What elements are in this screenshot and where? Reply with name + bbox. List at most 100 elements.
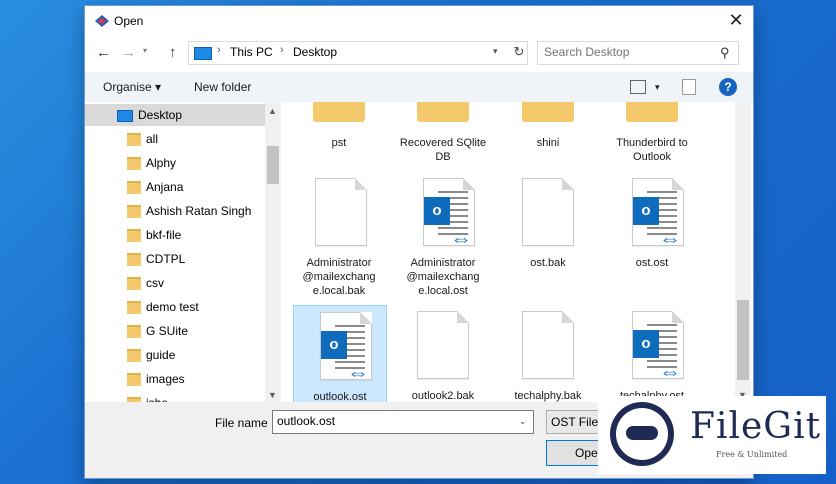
file-name: outlook2.bak xyxy=(411,390,475,402)
nav-item-desktop[interactable]: Desktop xyxy=(85,104,265,126)
file-name-input[interactable] xyxy=(277,414,507,428)
nav-item-label: Desktop xyxy=(138,108,183,122)
blank-file-icon xyxy=(522,178,574,246)
folder-icon xyxy=(127,277,141,290)
file-name: Administrator @mailexchang e.local.ost xyxy=(406,257,480,297)
folder-icon xyxy=(626,102,678,122)
nav-item-folder[interactable]: Alphy xyxy=(85,152,265,174)
back-arrow-icon[interactable]: ← xyxy=(96,44,111,61)
file-item[interactable]: shini xyxy=(502,102,594,166)
file-item[interactable]: o⇔ techalphy.ost xyxy=(606,305,698,402)
blank-file-icon xyxy=(522,311,574,379)
file-name: pst xyxy=(331,137,347,149)
file-name: outlook.ost xyxy=(313,391,367,402)
nav-item-folder[interactable]: demo test xyxy=(85,296,265,318)
scroll-down-icon[interactable]: ▼ xyxy=(268,390,277,400)
organise-button[interactable]: Organise ▾ xyxy=(103,80,161,94)
scroll-thumb[interactable] xyxy=(267,146,279,184)
nav-item-folder[interactable]: all xyxy=(85,128,265,150)
nav-item-folder[interactable]: csv xyxy=(85,272,265,294)
chevron-right-icon[interactable]: › xyxy=(280,44,284,56)
filegit-watermark: FileGit Free & Unlimited xyxy=(598,396,826,474)
file-item[interactable]: techalphy.bak xyxy=(502,305,594,402)
search-icon[interactable]: ⚲ xyxy=(720,45,730,61)
desktop-icon xyxy=(117,110,133,122)
file-item[interactable]: Recovered SQlite DB xyxy=(397,102,489,166)
address-dropdown-icon[interactable]: ▾ xyxy=(493,46,498,57)
nav-item-folder[interactable]: G SUite xyxy=(85,320,265,342)
file-item[interactable]: outlook2.bak xyxy=(397,305,489,402)
nav-scrollbar[interactable]: ▲ ▼ xyxy=(265,102,281,402)
nav-item-label: Alphy xyxy=(146,156,177,170)
nav-item-folder[interactable]: bkf-file xyxy=(85,224,265,246)
chevron-down-icon[interactable]: ⌄ xyxy=(519,416,527,427)
watermark-name: FileGit xyxy=(690,406,822,447)
address-bar[interactable]: › This PC › Desktop ▾ ↻ xyxy=(188,41,528,65)
folder-icon xyxy=(127,181,141,194)
forward-arrow-icon[interactable]: → xyxy=(121,44,136,61)
file-name: ost.ost xyxy=(635,257,669,269)
view-options-icon[interactable] xyxy=(630,80,646,94)
watermark-tagline: Free & Unlimited xyxy=(716,450,788,459)
folder-icon xyxy=(127,157,141,170)
nav-item-label: G SUite xyxy=(146,324,189,338)
view-dropdown-icon[interactable]: ▾ xyxy=(655,82,660,93)
content-scrollbar[interactable]: ▼ xyxy=(735,102,751,402)
breadcrumb-this-pc[interactable]: This PC xyxy=(230,45,273,59)
breadcrumb-desktop[interactable]: Desktop xyxy=(293,45,337,59)
nav-item-folder[interactable]: ishe xyxy=(85,392,265,402)
scroll-thumb[interactable] xyxy=(737,300,749,380)
file-item[interactable]: o ⇔ ost.ost xyxy=(606,176,698,276)
folder-icon xyxy=(127,373,141,386)
folder-icon xyxy=(417,102,469,122)
navigation-pane: Desktop all Alphy Anjana Ashish Ratan Si… xyxy=(85,102,281,402)
search-box[interactable]: ⚲ xyxy=(537,41,739,65)
command-bar: Organise ▾ New folder ▾ ? xyxy=(85,72,753,102)
chevron-right-icon[interactable]: › xyxy=(217,44,221,56)
blank-file-icon xyxy=(417,311,469,379)
nav-item-label: demo test xyxy=(146,300,199,314)
folder-icon xyxy=(127,205,141,218)
nav-item-label: bkf-file xyxy=(146,228,182,242)
folder-icon xyxy=(127,229,141,242)
file-item[interactable]: Administrator @mailexchang e.local.bak xyxy=(293,176,385,297)
nav-item-folder[interactable]: guide xyxy=(85,344,265,366)
file-list: pst Recovered SQlite DB shini Thunderbir… xyxy=(281,102,735,402)
file-item[interactable]: ost.bak xyxy=(502,176,594,276)
new-folder-button[interactable]: New folder xyxy=(194,80,251,94)
recent-dropdown-icon[interactable]: ▾ xyxy=(143,46,147,55)
file-name-combo[interactable]: ⌄ xyxy=(272,410,534,434)
help-icon[interactable]: ? xyxy=(719,78,737,96)
refresh-icon[interactable]: ↻ xyxy=(511,44,527,60)
nav-item-folder[interactable]: images xyxy=(85,368,265,390)
folder-icon xyxy=(127,133,141,146)
nav-item-label: CDTPL xyxy=(146,252,186,266)
nav-item-folder[interactable]: Ashish Ratan Singh xyxy=(85,200,265,222)
scroll-up-icon[interactable]: ▲ xyxy=(268,106,277,116)
nav-item-folder[interactable]: CDTPL xyxy=(85,248,265,270)
file-name: Thunderbird to Outlook xyxy=(616,137,688,163)
blank-file-icon xyxy=(315,178,367,246)
outlook-file-icon: o ⇔ xyxy=(423,178,475,250)
up-arrow-icon[interactable]: ↑ xyxy=(169,44,177,61)
folder-icon xyxy=(522,102,574,122)
folder-icon xyxy=(127,253,141,266)
file-item[interactable]: Thunderbird to Outlook xyxy=(606,102,698,166)
nav-item-label: all xyxy=(146,132,159,146)
file-item[interactable]: pst xyxy=(293,102,385,166)
outlook-file-icon: o ⇔ xyxy=(320,312,372,384)
nav-item-folder[interactable]: Anjana xyxy=(85,176,265,198)
this-pc-icon xyxy=(194,47,212,60)
search-input[interactable] xyxy=(544,45,712,59)
title-bar: Open ✕ xyxy=(85,6,753,36)
nav-item-label: Anjana xyxy=(146,180,184,194)
file-item[interactable]: o ⇔ Administrator @mailexchang e.local.os… xyxy=(397,176,489,297)
nav-item-label: Ashish Ratan Singh xyxy=(146,204,252,218)
close-icon[interactable]: ✕ xyxy=(725,11,747,31)
nav-item-label: csv xyxy=(146,276,164,290)
file-name: Administrator @mailexchang e.local.bak xyxy=(302,257,376,297)
nav-item-label: guide xyxy=(146,348,176,362)
file-item-selected[interactable]: o ⇔ outlook.ost xyxy=(293,305,387,402)
preview-pane-icon[interactable] xyxy=(682,79,696,95)
folder-icon xyxy=(127,349,141,362)
